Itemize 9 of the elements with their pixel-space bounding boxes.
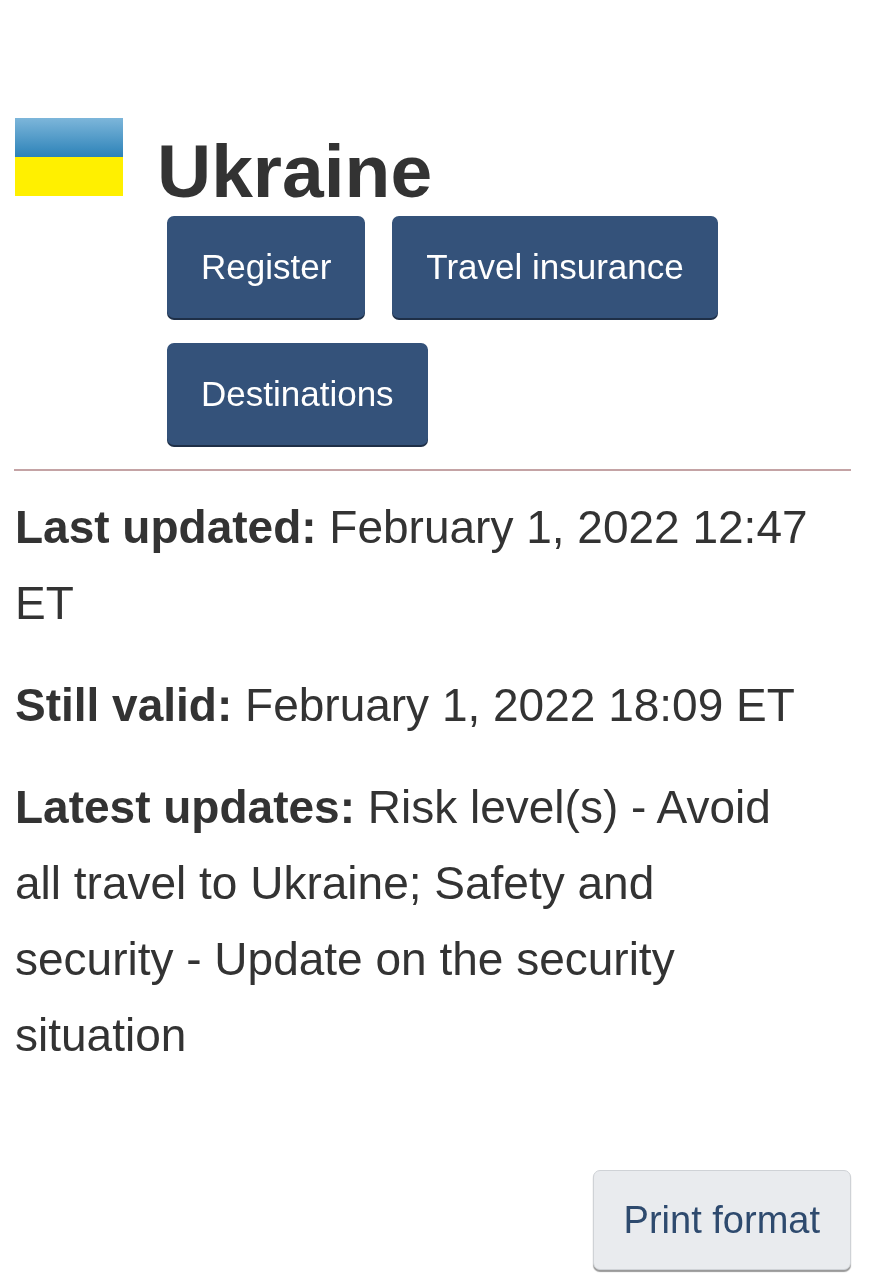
- detail-paragraph: Last updated: February 1, 2022 12:47 ET: [15, 500, 809, 631]
- detail-paragraph: Still valid: February 1, 2022 18:09 ET: [15, 678, 796, 733]
- detail-paragraph: Latest updates: Risk level(s) - Avoid all travel to Ukraine; Safety and security - Update on the security situation: [15, 780, 772, 1063]
- print-format-button[interactable]: Print format: [592, 1170, 851, 1270]
- action-button[interactable]: Destinations: [167, 343, 428, 445]
- country-title: Ukraine: [157, 128, 433, 215]
- flag-icon: [15, 118, 123, 196]
- action-button[interactable]: Register: [167, 216, 366, 318]
- action-button[interactable]: Travel insurance: [392, 216, 718, 318]
